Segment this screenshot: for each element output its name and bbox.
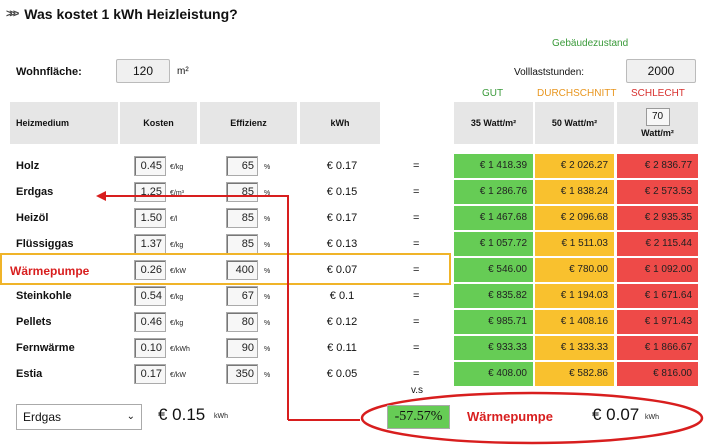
heizmedium-select[interactable]: Erdgas ⌄ <box>16 404 142 430</box>
left-price: € 0.15 <box>158 405 206 424</box>
right-price-unit: kWh <box>645 414 659 421</box>
left-price-unit: kWh <box>214 413 228 420</box>
right-price: € 0.07 <box>592 405 640 424</box>
vs-label: v.s <box>411 385 424 396</box>
chevron-down-icon: ⌄ <box>126 411 135 422</box>
annotation-arrow-head <box>96 191 106 201</box>
heizmedium-select-value: Erdgas <box>23 410 62 424</box>
annotation-arrow-line <box>104 195 289 420</box>
percent-badge: -57.57% <box>387 405 450 429</box>
annotation-arrow <box>96 191 704 445</box>
compare-name: Wärmepumpe <box>467 409 553 424</box>
